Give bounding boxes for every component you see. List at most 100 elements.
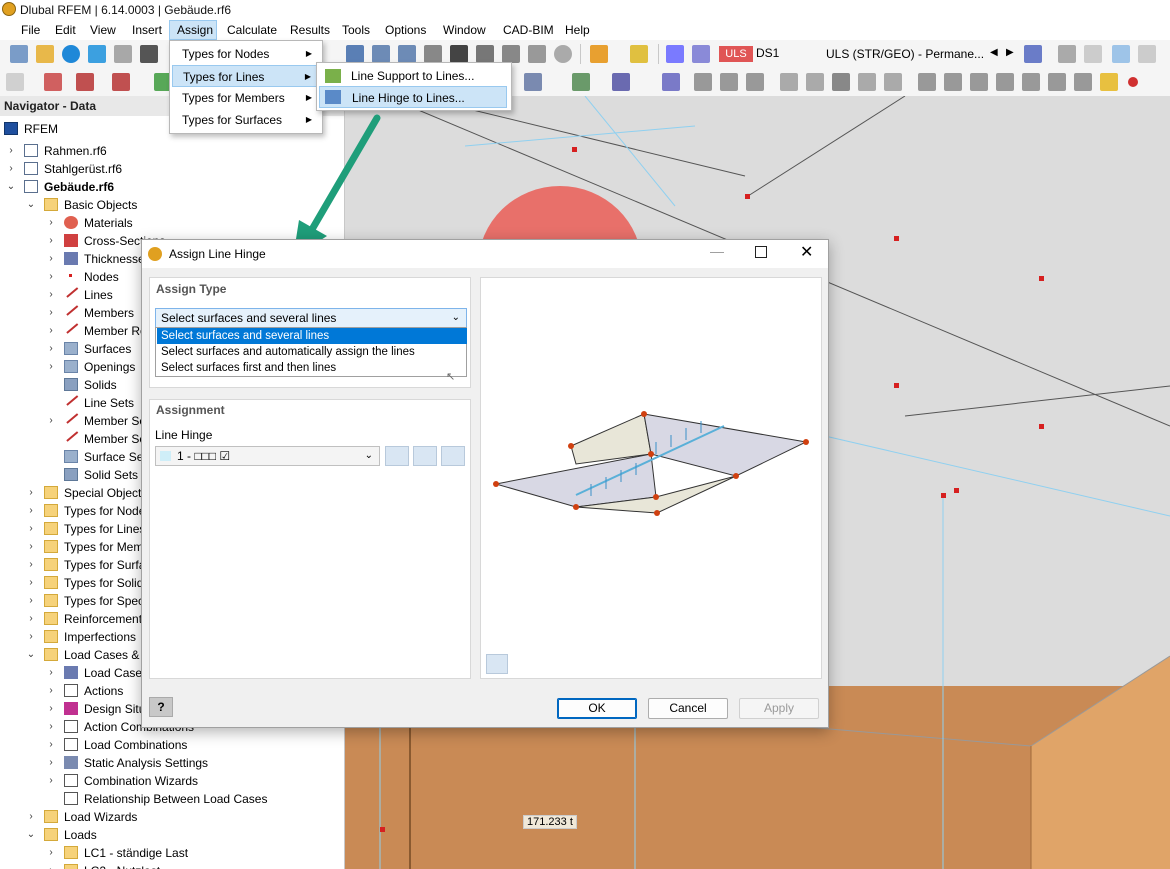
minimize-icon[interactable]: — (710, 243, 724, 259)
chevron-down-icon[interactable]: ⌄ (26, 826, 36, 844)
menu-window[interactable]: Window (436, 20, 493, 40)
print-icon[interactable] (114, 45, 132, 63)
chevron-right-icon[interactable]: › (46, 718, 56, 736)
render-icon-1[interactable] (780, 73, 798, 91)
tree-item[interactable]: › Static Analysis Settings (0, 754, 344, 772)
line-tool-icon[interactable] (44, 73, 62, 91)
support-tool-icon[interactable] (112, 73, 130, 91)
generate-icon[interactable] (630, 45, 648, 63)
load-wizard-icon[interactable] (590, 45, 608, 63)
report-icon[interactable] (424, 45, 442, 63)
tree-item[interactable]: Relationship Between Load Cases (0, 790, 344, 808)
select-pick-icon[interactable]: ↖ (446, 370, 455, 383)
list-icon[interactable] (528, 45, 546, 63)
chevron-right-icon[interactable]: › (26, 556, 36, 574)
close-icon[interactable]: ✕ (800, 242, 813, 262)
edit-hinge-button[interactable] (413, 446, 437, 466)
support-icon[interactable] (572, 73, 590, 91)
node-tool-icon[interactable] (6, 73, 24, 91)
tree-item[interactable]: › Load Wizards (0, 808, 344, 826)
menu-insert[interactable]: Insert (125, 20, 169, 40)
menu-types-for-nodes[interactable]: Types for Nodes ▶ (172, 43, 318, 65)
chevron-right-icon[interactable]: › (46, 754, 56, 772)
chevron-right-icon[interactable]: › (46, 682, 56, 700)
assign-type-option-2[interactable]: Select surfaces and automatically assign… (157, 344, 467, 360)
menu-edit[interactable]: Edit (48, 20, 83, 40)
chevron-right-icon[interactable]: › (46, 214, 56, 232)
tree-item[interactable]: › Combination Wizards (0, 772, 344, 790)
funnel-icon[interactable] (662, 73, 680, 91)
chevron-right-icon[interactable]: › (26, 520, 36, 538)
result-values-icon[interactable] (1058, 45, 1076, 63)
chevron-right-icon[interactable]: › (46, 862, 56, 869)
align-icon-7[interactable] (1074, 73, 1092, 91)
chevron-right-icon[interactable]: › (46, 232, 56, 250)
section-icon[interactable] (524, 73, 542, 91)
align-icon-3[interactable] (970, 73, 988, 91)
render-icon-2[interactable] (806, 73, 824, 91)
pick-hinge-button[interactable] (441, 446, 465, 466)
menu-view[interactable]: View (83, 20, 123, 40)
new-model-icon[interactable] (10, 45, 28, 63)
chevron-right-icon[interactable]: › (46, 304, 56, 322)
align-icon-5[interactable] (1022, 73, 1040, 91)
chevron-down-icon[interactable]: ⌄ (26, 196, 36, 214)
assign-type-option-3[interactable]: Select surfaces first and then lines (157, 360, 467, 376)
view-icon[interactable] (346, 45, 364, 63)
layers-icon[interactable] (502, 45, 520, 63)
table-icon[interactable] (372, 45, 390, 63)
online-icon[interactable] (62, 45, 80, 63)
menu-types-for-lines[interactable]: Types for Lines ▶ (172, 65, 318, 87)
align-icon-2[interactable] (944, 73, 962, 91)
cancel-button[interactable]: Cancel (648, 698, 728, 719)
frame-icon-1[interactable] (694, 73, 712, 91)
chevron-right-icon[interactable]: › (46, 664, 56, 682)
chevron-right-icon[interactable]: › (26, 592, 36, 610)
menu-results[interactable]: Results (283, 20, 337, 40)
menu-calculate[interactable]: Calculate (220, 20, 284, 40)
chevron-right-icon[interactable]: › (46, 286, 56, 304)
new-hinge-button[interactable] (385, 446, 409, 466)
filter-icon[interactable] (1024, 45, 1042, 63)
chevron-right-icon[interactable]: › (46, 412, 56, 430)
render-icon-4[interactable] (884, 73, 902, 91)
chevron-right-icon[interactable]: › (26, 628, 36, 646)
calc-icon[interactable] (476, 45, 494, 63)
combos-icon[interactable] (692, 45, 710, 63)
assign-type-option-1[interactable]: Select surfaces and several lines (157, 328, 467, 344)
chevron-right-icon[interactable]: › (26, 610, 36, 628)
menu-cad-bim[interactable]: CAD-BIM (496, 20, 561, 40)
globe-icon[interactable] (554, 45, 572, 63)
menu-line-hinge-to-lines[interactable]: Line Hinge to Lines... (319, 86, 507, 108)
line-hinge-select[interactable]: 1 - □□□ ☑ ⌄ (155, 446, 380, 466)
chevron-right-icon[interactable]: › (26, 538, 36, 556)
align-icon-4[interactable] (996, 73, 1014, 91)
chevron-right-icon[interactable]: › (46, 358, 56, 376)
chevron-down-icon[interactable]: ⌄ (26, 646, 36, 664)
next-load-icon[interactable]: ▶ (1006, 47, 1014, 58)
maximize-icon[interactable] (755, 246, 767, 258)
align-icon-6[interactable] (1048, 73, 1066, 91)
menu-line-support-to-lines[interactable]: Line Support to Lines... (319, 65, 507, 87)
chevron-right-icon[interactable]: › (46, 340, 56, 358)
menu-help[interactable]: Help (558, 20, 597, 40)
tree-item[interactable]: ⌄ Loads (0, 826, 344, 844)
tree-item[interactable]: › LC2 - Nutzlast (0, 862, 344, 869)
chevron-right-icon[interactable]: › (46, 250, 56, 268)
tree-item[interactable]: › Load Combinations (0, 736, 344, 754)
chevron-right-icon[interactable]: › (46, 700, 56, 718)
chevron-right-icon[interactable]: › (26, 574, 36, 592)
xxx-icon[interactable] (1084, 45, 1102, 63)
chevron-right-icon[interactable]: › (6, 142, 16, 160)
menu-tools[interactable]: Tools (335, 20, 377, 40)
loading-icon[interactable] (666, 45, 684, 63)
preview-sync-button[interactable] (486, 654, 508, 674)
chevron-right-icon[interactable]: › (26, 808, 36, 826)
member-tool-icon[interactable] (76, 73, 94, 91)
apply-button[interactable]: Apply (739, 698, 819, 719)
chevron-right-icon[interactable]: › (46, 844, 56, 862)
align-icon-1[interactable] (918, 73, 936, 91)
menu-types-for-members[interactable]: Types for Members ▶ (172, 87, 318, 109)
chevron-right-icon[interactable]: › (46, 736, 56, 754)
render-icon-3[interactable] (858, 73, 876, 91)
